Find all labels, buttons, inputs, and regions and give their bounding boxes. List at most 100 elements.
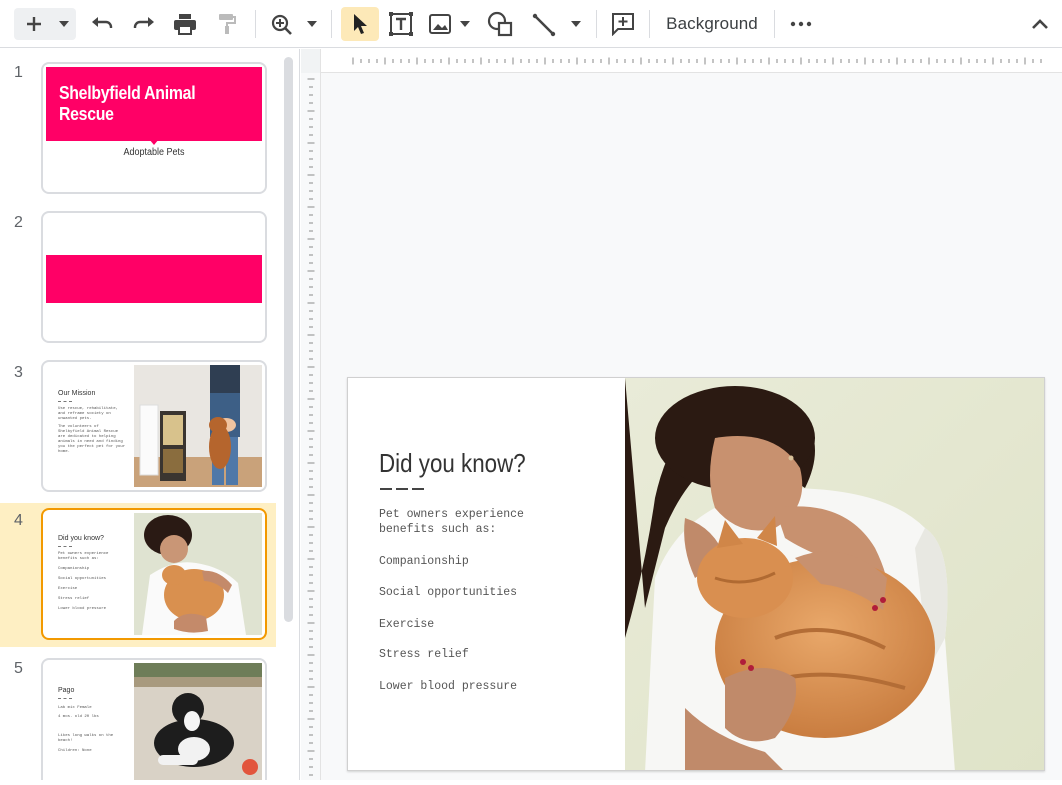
- ruler-ticks: [307, 78, 315, 776]
- thumb-line: Social opportunities: [58, 577, 107, 581]
- slide-title[interactable]: Did you know?: [379, 448, 526, 479]
- title-underline: [58, 698, 72, 699]
- line-icon: [532, 13, 556, 37]
- redo-icon: [132, 14, 156, 34]
- thumb-line: Lower blood pressure: [58, 607, 107, 611]
- title-banner: Shelbyfield Animal Rescue: [46, 67, 262, 141]
- paint-format-icon: [217, 13, 237, 35]
- banner-notch: [149, 139, 159, 145]
- filmstrip-slide-4[interactable]: 4 Did you know? Pet owners experience be…: [0, 503, 276, 647]
- intro-line: benefits such as:: [379, 523, 497, 536]
- text-box-button[interactable]: [384, 8, 418, 40]
- collapse-toolbar-button[interactable]: [1024, 8, 1056, 40]
- thumb-line: Lab mix Female: [58, 706, 92, 710]
- thumb-line: Use rescue, rehabilitate,: [58, 407, 119, 411]
- filmstrip-slide-3[interactable]: 3 Our Mission Use rescue, rehabilitate, …: [0, 349, 276, 499]
- benefit-item: Stress relief: [379, 648, 469, 661]
- benefit-item: Companionship: [379, 555, 469, 568]
- slide-number: 1: [14, 64, 23, 81]
- paint-format-button[interactable]: [211, 8, 243, 40]
- more-icon: [790, 21, 812, 27]
- horizontal-ruler[interactable]: [301, 49, 1062, 73]
- slide-thumbnail[interactable]: [41, 211, 267, 343]
- shape-button[interactable]: [483, 8, 517, 40]
- title-underline: [58, 546, 72, 547]
- dropdown-icon[interactable]: [570, 20, 582, 28]
- undo-button[interactable]: [86, 8, 118, 40]
- toolbar-divider: [596, 10, 597, 38]
- slide-filmstrip: 1 Shelbyfield Animal Rescue Adoptable Pe…: [0, 49, 300, 780]
- slide-editor: Did you know? Pet owners experience bene…: [301, 49, 1062, 780]
- toolbar-divider: [255, 10, 256, 38]
- dropdown-icon[interactable]: [306, 20, 318, 28]
- collapse-chevron-icon: [1031, 18, 1049, 30]
- new-comment-button[interactable]: [606, 8, 640, 40]
- add-icon: [24, 14, 44, 34]
- filmstrip-slide-5[interactable]: 5 Pago Lab mix Female 4 mos. old 20 lbs …: [0, 647, 276, 780]
- benefit-item: Lower blood pressure: [379, 680, 518, 693]
- thumb-line: Companionship: [58, 567, 90, 571]
- thumb-line: Children: None: [58, 749, 92, 753]
- undo-icon: [90, 14, 114, 34]
- title-underline: [58, 401, 72, 402]
- slide-thumbnail[interactable]: Shelbyfield Animal Rescue Adoptable Pets: [41, 62, 267, 194]
- thumb-line: Stress relief: [58, 597, 90, 601]
- thumb-line: unwanted pets.: [58, 417, 92, 421]
- thumb-title: Did you know?: [58, 535, 104, 542]
- thumb-line: 4 mos. old 20 lbs: [58, 715, 99, 719]
- thumb-line: and reframe society on: [58, 412, 111, 416]
- text-box-icon: [388, 11, 414, 37]
- girl-with-cat-photo: [134, 513, 262, 635]
- toolbar-divider: [774, 10, 775, 38]
- intro-line: Pet owners experience: [379, 508, 524, 521]
- slide-canvas[interactable]: Did you know? Pet owners experience bene…: [347, 377, 1045, 771]
- thumb-line: Shelbyfield Animal Rescue: [58, 430, 119, 434]
- dropdown-icon[interactable]: [58, 20, 70, 28]
- thumb-title: Our Mission: [58, 390, 96, 397]
- puppy-photo: [134, 663, 262, 780]
- girl-with-cat-photo[interactable]: [625, 378, 1045, 771]
- slide-number: 3: [14, 364, 23, 381]
- more-options-button[interactable]: [785, 8, 817, 40]
- slide-thumbnail[interactable]: Pago Lab mix Female 4 mos. old 20 lbs Li…: [41, 658, 267, 780]
- thumb-line: Likes long walks on the: [58, 734, 114, 738]
- toolbar-divider: [649, 10, 650, 38]
- benefit-item: Exercise: [379, 618, 435, 631]
- new-slide-button[interactable]: [14, 8, 76, 40]
- thumb-line: beach!: [58, 739, 73, 743]
- pink-banner: [46, 255, 262, 303]
- zoom-button[interactable]: [266, 8, 324, 40]
- slide-thumbnail[interactable]: Did you know? Pet owners experience bene…: [41, 508, 267, 640]
- redo-button[interactable]: [128, 8, 160, 40]
- thumb-subtitle: Adoptable Pets: [123, 147, 185, 158]
- thumb-line: benefits such as:: [58, 557, 99, 561]
- thumb-line: Exercise: [58, 587, 78, 591]
- filmstrip-slide-1[interactable]: 1 Shelbyfield Animal Rescue Adoptable Pe…: [0, 49, 276, 199]
- select-tool-button[interactable]: [341, 7, 379, 41]
- toolbar-divider: [331, 10, 332, 38]
- background-label: Background: [666, 14, 758, 33]
- thumb-title: Shelbyfield Animal Rescue: [58, 83, 196, 124]
- shape-icon: [487, 11, 513, 37]
- filmstrip-scrollbar[interactable]: [284, 57, 293, 622]
- dropdown-icon[interactable]: [459, 20, 471, 28]
- man-with-dog-photo: [134, 365, 262, 487]
- thumb-title: Pago: [58, 687, 75, 694]
- print-button[interactable]: [169, 8, 201, 40]
- slide-number: 5: [14, 660, 23, 677]
- toolbar: Background: [0, 0, 1062, 48]
- image-icon: [429, 14, 451, 34]
- thumb-line: The volunteers of: [58, 425, 99, 429]
- ruler-ticks: [352, 57, 1042, 65]
- image-button[interactable]: [425, 8, 475, 40]
- slide-number: 2: [14, 214, 23, 231]
- print-icon: [173, 13, 197, 35]
- vertical-ruler[interactable]: [301, 73, 321, 780]
- filmstrip-slide-2[interactable]: 2: [0, 199, 276, 349]
- line-button[interactable]: [526, 8, 584, 40]
- thumb-line: home.: [58, 450, 71, 454]
- slide-thumbnail[interactable]: Our Mission Use rescue, rehabilitate, an…: [41, 360, 267, 492]
- background-button[interactable]: Background: [658, 8, 766, 40]
- benefit-item: Social opportunities: [379, 586, 518, 599]
- thumb-line: are dedicated to helping: [58, 435, 116, 439]
